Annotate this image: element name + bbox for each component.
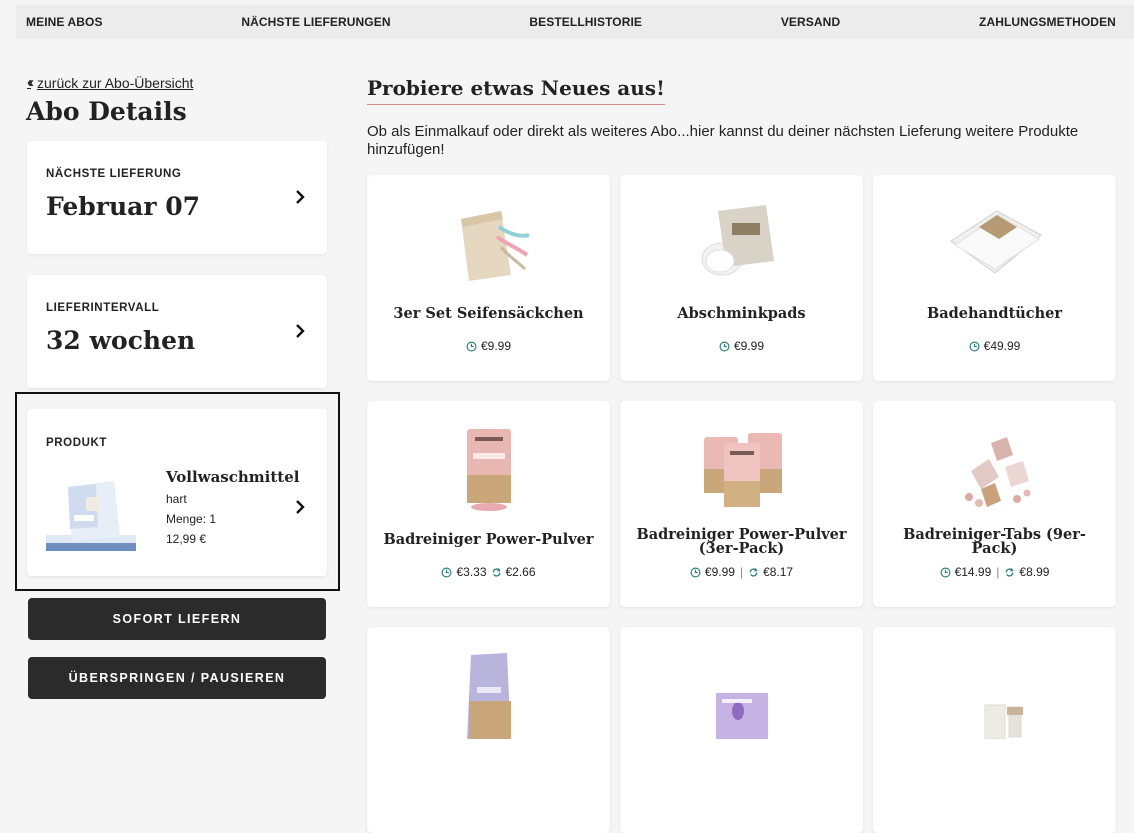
product-tile-name: Badreiniger Power-Pulver [383, 531, 594, 548]
deliver-now-button[interactable]: SOFORT LIEFERN [28, 598, 326, 640]
price-subscription: €2.66 [505, 565, 536, 579]
nav-meine-abos[interactable]: MEINE ABOS [26, 15, 103, 29]
product-card[interactable]: PRODUKT Vollwaschmittel hart Menge: 1 12… [27, 409, 327, 576]
nav-naechste-lieferungen[interactable]: NÄCHSTE LIEFERUNGEN [241, 15, 390, 29]
product-tile[interactable] [367, 627, 610, 833]
back-link-label: zurück zur Abo-Übersicht [37, 74, 194, 91]
one-time-purchase-icon [719, 341, 730, 351]
price-once: €49.99 [983, 339, 1021, 353]
one-time-purchase-icon [969, 341, 980, 351]
one-time-purchase-icon [441, 567, 452, 577]
product-tile[interactable]: Badreiniger Power-Pulver €3.33 €2.66 [367, 401, 610, 607]
product-tile[interactable]: 3er Set Seifensäckchen €9.99 [367, 175, 610, 381]
price-subscription: €8.99 [1019, 565, 1050, 579]
price-once: €3.33 [456, 565, 487, 579]
subscription-cycle-icon [1006, 567, 1014, 577]
nav-versand[interactable]: VERSAND [781, 15, 840, 29]
product-variant: hart [166, 492, 187, 506]
product-image [701, 205, 774, 276]
product-tile[interactable]: Badreiniger Power-Pulver (3er-Pack) €9.9… [620, 401, 863, 607]
chevron-right-icon [296, 190, 305, 204]
back-link[interactable]: ‹‹ zurück zur Abo-Übersicht [27, 74, 193, 91]
nav-zahlungsmethoden[interactable]: ZAHLUNGSMETHODEN [979, 15, 1116, 29]
subscription-cycle-icon [749, 567, 758, 577]
product-tile[interactable] [873, 627, 1116, 833]
price-separator: | [739, 565, 744, 579]
product-image [703, 433, 782, 507]
product-tile[interactable]: Abschminkpads €9.99 [620, 175, 863, 381]
interval-label: LIEFERINTERVALL [46, 302, 160, 314]
product-tile-prices: €9.99 [367, 339, 610, 353]
product-tile[interactable] [620, 627, 863, 833]
product-tile-prices: €14.99 | €8.99 [873, 565, 1116, 579]
product-tile[interactable]: Badehandtücher €49.99 [873, 175, 1116, 381]
product-label: PRODUKT [46, 437, 108, 449]
product-image [964, 437, 1030, 507]
product-image [460, 211, 529, 281]
one-time-purchase-icon [690, 567, 701, 577]
product-tile-prices: €9.99 [620, 339, 863, 353]
section-title: Probiere etwas Neues aus! [367, 76, 665, 105]
product-quantity: Menge: 1 [166, 512, 217, 526]
price-separator: | [996, 565, 1000, 579]
product-tile-name: Badreiniger Power-Pulver (3er-Pack) [636, 526, 847, 557]
subscription-cycle-icon [492, 567, 501, 577]
section-intro: Ob als Einmalkauf oder direkt als weiter… [367, 123, 1079, 158]
product-image [466, 429, 511, 511]
interval-card[interactable]: LIEFERINTERVALL 32 wochen [27, 275, 327, 388]
chevron-right-icon [296, 500, 305, 514]
price-once: €9.99 [704, 565, 735, 579]
product-tile-name: 3er Set Seifensäckchen [393, 305, 584, 322]
product-tile-name: Abschminkpads [677, 305, 806, 322]
product-tile-prices: €49.99 [873, 339, 1116, 353]
next-delivery-value: Februar 07 [46, 192, 200, 221]
product-tile-prices: €9.99 | €8.17 [620, 565, 863, 579]
price-once: €14.99 [954, 565, 992, 579]
skip-pause-button[interactable]: ÜBERSPRINGEN / PAUSIEREN [28, 657, 326, 699]
product-tile[interactable]: Badreiniger-Tabs (9er-Pack) €14.99 | €8.… [873, 401, 1116, 607]
next-delivery-label: NÄCHSTE LIEFERUNG [46, 168, 182, 180]
product-image [715, 693, 768, 739]
price-once: €9.99 [480, 339, 512, 353]
product-image [466, 653, 511, 739]
product-tile-name: Badehandtücher [926, 305, 1063, 322]
page-title: Abo Details [26, 97, 187, 126]
product-image [984, 704, 1023, 739]
product-tile-prices: €3.33 €2.66 [367, 565, 610, 579]
price-once: €9.99 [733, 339, 765, 353]
chevron-right-icon [296, 324, 305, 338]
top-navigation: MEINE ABOS NÄCHSTE LIEFERUNGEN BESTELLHI… [16, 5, 1134, 39]
next-delivery-card[interactable]: NÄCHSTE LIEFERUNG Februar 07 [27, 141, 327, 254]
product-price: 12,99 € [166, 532, 207, 546]
one-time-purchase-icon [466, 341, 477, 351]
double-chevron-left-icon: ‹‹ [27, 74, 34, 91]
product-tile-name: Badreiniger-Tabs (9er-Pack) [903, 526, 1086, 557]
price-subscription: €8.17 [763, 565, 794, 579]
product-name: Vollwaschmittel [166, 468, 300, 486]
one-time-purchase-icon [940, 567, 951, 577]
product-image [46, 481, 136, 551]
nav-bestellhistorie[interactable]: BESTELLHISTORIE [529, 15, 642, 29]
product-image [949, 210, 1042, 274]
interval-value: 32 wochen [46, 326, 196, 355]
